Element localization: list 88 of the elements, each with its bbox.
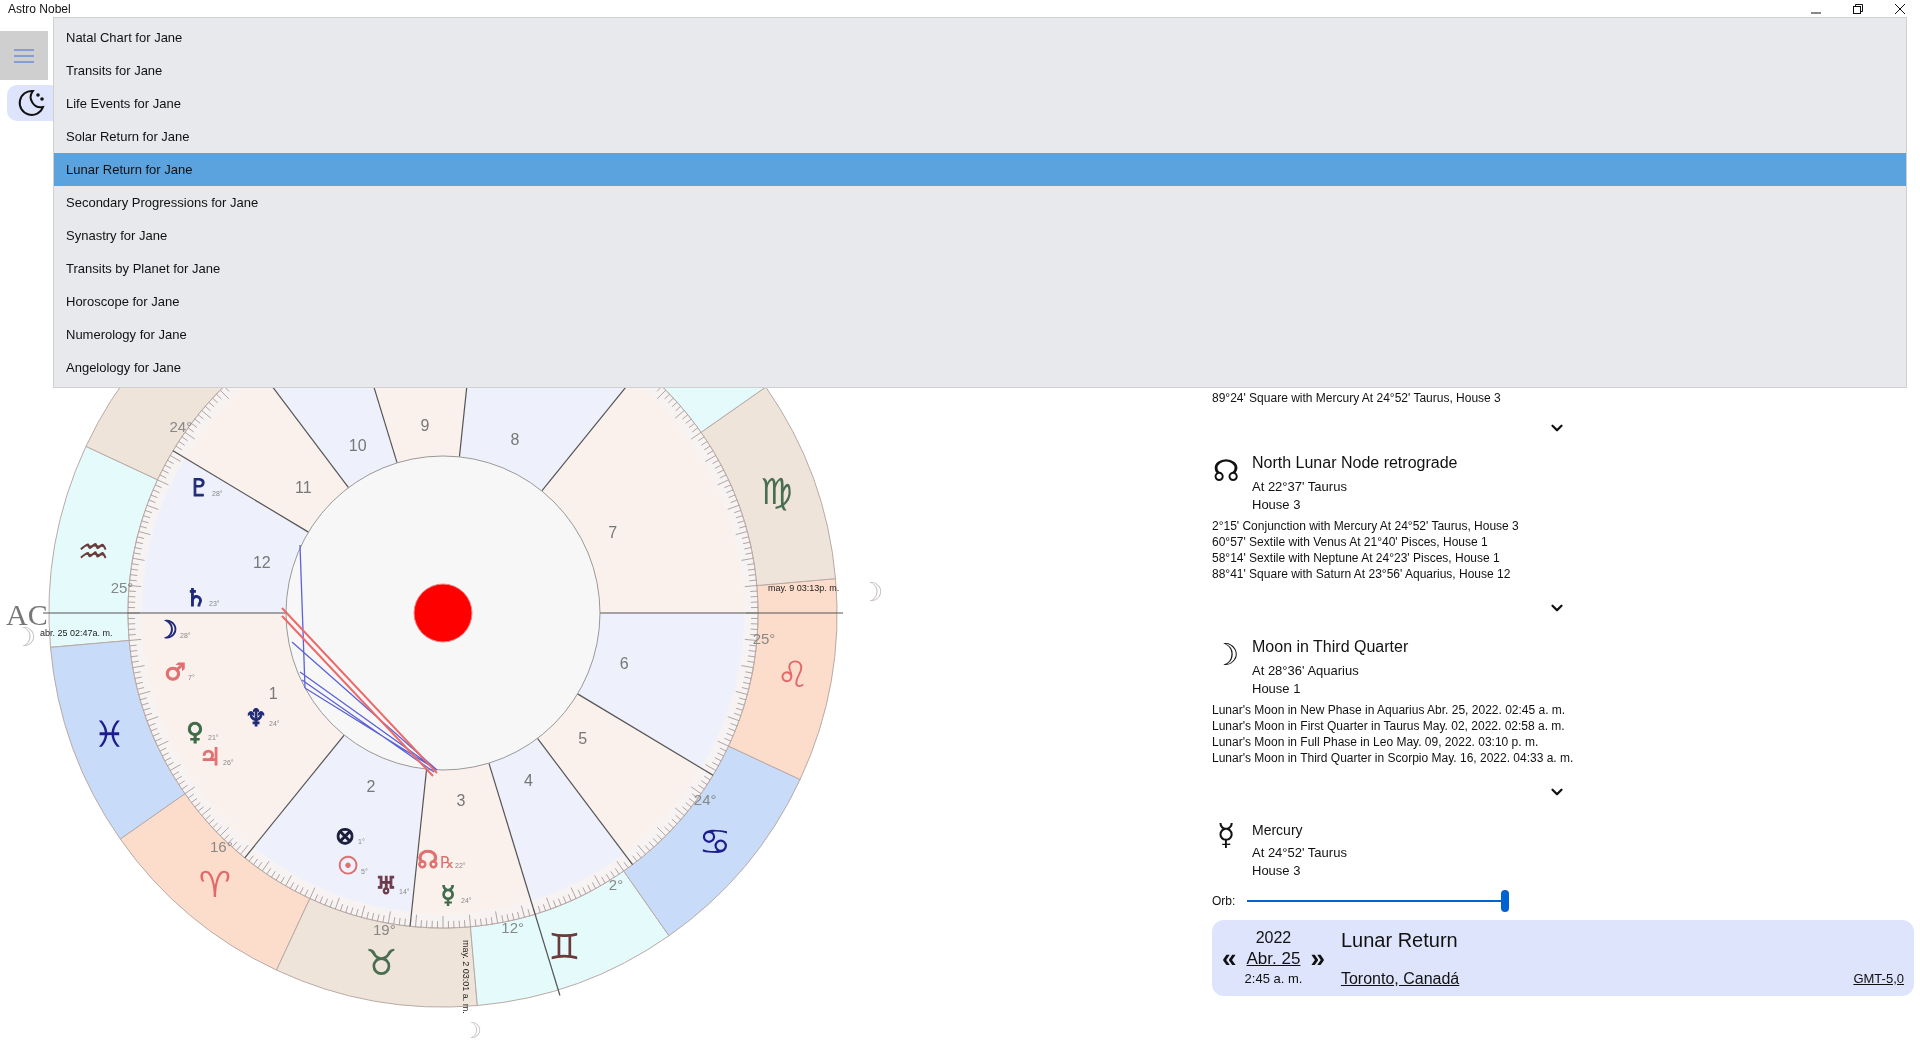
entry-position: At 28°36' Aquarius bbox=[1252, 662, 1360, 680]
house-number: 3 bbox=[456, 791, 466, 809]
menu-item[interactable]: Synastry for Jane bbox=[54, 219, 1906, 252]
aspect-line: Lunar's Moon in First Quarter in Taurus May. 02, 2022. 02:58 a. m. bbox=[1212, 718, 1566, 734]
planet-glyph: ♄ bbox=[185, 584, 207, 612]
zodiac-sign-glyph: ♍ bbox=[760, 471, 793, 513]
planet-glyph: ♂ bbox=[164, 658, 186, 686]
moon-marker-label: may. 2 03:01 a. m. bbox=[461, 940, 471, 1014]
window-title: Astro Nobel bbox=[8, 2, 71, 16]
house-number: 5 bbox=[578, 730, 588, 748]
aspect-line: Lunar's Moon in New Phase in Aquarius Abr. 25, 2022. 02:45 a. m. bbox=[1212, 702, 1567, 718]
entry-title: North Lunar Node retrograde bbox=[1252, 453, 1458, 473]
entry-house: House 3 bbox=[1252, 862, 1302, 880]
aspect-line: 88°41' Square with Saturn At 23°56' Aquarius, House 12 bbox=[1212, 566, 1512, 582]
aspect-line: 60°57' Sextile with Venus At 21°40' Pisces, House 1 bbox=[1212, 534, 1489, 550]
menu-item[interactable]: Horoscope for Jane bbox=[54, 285, 1906, 318]
planet-glyph: ⊗ bbox=[334, 822, 356, 850]
menu-item[interactable]: Solar Return for Jane bbox=[54, 120, 1906, 153]
orb-label: Orb: bbox=[1212, 893, 1236, 910]
planet-glyph: ♃ bbox=[199, 743, 221, 771]
entry-house: House 1 bbox=[1252, 680, 1302, 698]
planet-glyph: ☉ bbox=[337, 852, 359, 880]
menu-item[interactable]: Numerology for Jane bbox=[54, 318, 1906, 351]
planet-glyph: ☿ bbox=[440, 881, 456, 909]
planet-glyph: ♀ bbox=[186, 718, 204, 746]
year-text: 2022 bbox=[1255, 928, 1292, 948]
house-number: 2 bbox=[366, 778, 376, 796]
house-number: 12 bbox=[252, 554, 271, 572]
retrograde-mark: ℞ bbox=[440, 852, 455, 872]
entry-title: Moon in Third Quarter bbox=[1252, 637, 1409, 657]
zodiac-sign-glyph: ♊ bbox=[548, 926, 581, 968]
planet-glyph: ♇ bbox=[188, 474, 210, 502]
cusp-degree-label: 24° bbox=[693, 791, 717, 809]
menu-item[interactable]: Life Events for Jane bbox=[54, 87, 1906, 120]
house-number: 4 bbox=[523, 772, 533, 789]
moon-marker-label: abr. 25 02:47a. m. bbox=[40, 628, 113, 638]
time-text: 2:45 a. m. bbox=[1244, 970, 1303, 988]
zodiac-sign-glyph: ♉ bbox=[365, 942, 398, 984]
zodiac-sign-glyph: ♌ bbox=[776, 654, 809, 696]
planet-glyph: ♆ bbox=[245, 704, 267, 732]
house-number: 8 bbox=[510, 430, 520, 448]
zodiac-sign-glyph: ♈ bbox=[198, 864, 231, 906]
house-number: 10 bbox=[348, 437, 367, 454]
menu-item[interactable]: Transits for Jane bbox=[54, 54, 1906, 87]
moon-marker-glyph: ☽ bbox=[462, 1017, 482, 1040]
place-link[interactable]: Toronto, Canadá bbox=[1340, 968, 1460, 990]
moon-marker-label: may. 9 03:13p. m. bbox=[768, 583, 840, 593]
menu-item[interactable]: Angelology for Jane bbox=[54, 351, 1906, 384]
entry-position: At 22°37' Taurus bbox=[1252, 478, 1348, 496]
cusp-degree-label: 19° bbox=[373, 921, 396, 939]
house-number: 9 bbox=[420, 417, 430, 435]
aspect-line: Lunar's Moon in Third Quarter in Scorpio May. 16, 2022. 04:33 a. m. bbox=[1212, 750, 1575, 766]
planet-glyph: ☊ bbox=[417, 846, 439, 874]
previous-button[interactable]: « bbox=[1222, 945, 1237, 971]
menu-item[interactable]: Secondary Progressions for Jane bbox=[54, 186, 1906, 219]
cusp-degree-label: 24° bbox=[169, 417, 193, 435]
zodiac-sign-glyph: ♒ bbox=[77, 530, 110, 572]
next-button[interactable]: » bbox=[1310, 945, 1325, 971]
cusp-degree-label: 2° bbox=[608, 876, 624, 894]
timezone-link[interactable]: GMT-5,0 bbox=[1853, 968, 1904, 988]
cusp-degree-label: 16° bbox=[210, 838, 233, 856]
symbol-icon: ☽ bbox=[1212, 640, 1240, 670]
date-link[interactable]: Abr. 25 bbox=[1246, 948, 1301, 970]
aspect-line: 58°14' Sextile with Neptune At 24°23' Pisces, House 1 bbox=[1212, 550, 1501, 566]
aspect-line: 2°15' Conjunction with Mercury At 24°52' Taurus, House 3 bbox=[1212, 518, 1520, 534]
symbol-icon: ☿ bbox=[1212, 820, 1240, 850]
zodiac-sign-glyph: ♓ bbox=[93, 713, 126, 755]
menu-item[interactable]: Transits by Planet for Jane bbox=[54, 252, 1906, 285]
entry-position: At 24°52' Taurus bbox=[1252, 844, 1347, 862]
zodiac-sign-glyph: ♋ bbox=[698, 820, 732, 862]
cusp-degree-label: 25° bbox=[752, 629, 776, 647]
house-number: 7 bbox=[608, 523, 618, 541]
entry-house: House 3 bbox=[1252, 496, 1302, 514]
chart-title: Lunar Return bbox=[1340, 928, 1459, 953]
symbol-icon: ☊ bbox=[1212, 456, 1240, 486]
aspect-line: 89°24' Square with Mercury At 24°52' Taurus, House 3 bbox=[1212, 390, 1502, 406]
house-number: 1 bbox=[268, 685, 278, 703]
cusp-degree-label: 25° bbox=[110, 579, 134, 597]
cusp-degree-label: 12° bbox=[501, 918, 525, 936]
moon-marker-glyph: ☽ bbox=[860, 577, 884, 607]
planet-glyph: ♅ bbox=[375, 872, 397, 900]
menu-item[interactable]: Lunar Return for Jane bbox=[54, 153, 1906, 186]
house-number: 6 bbox=[619, 654, 629, 672]
house-number: 11 bbox=[295, 478, 312, 496]
menu-item[interactable]: Natal Chart for Jane bbox=[54, 21, 1906, 54]
aspect-line: Lunar's Moon in Full Phase in Leo May. 09, 2022. 03:10 p. m. bbox=[1212, 734, 1540, 750]
planet-glyph: ☽ bbox=[156, 616, 178, 644]
entry-title: Mercury bbox=[1252, 821, 1304, 840]
